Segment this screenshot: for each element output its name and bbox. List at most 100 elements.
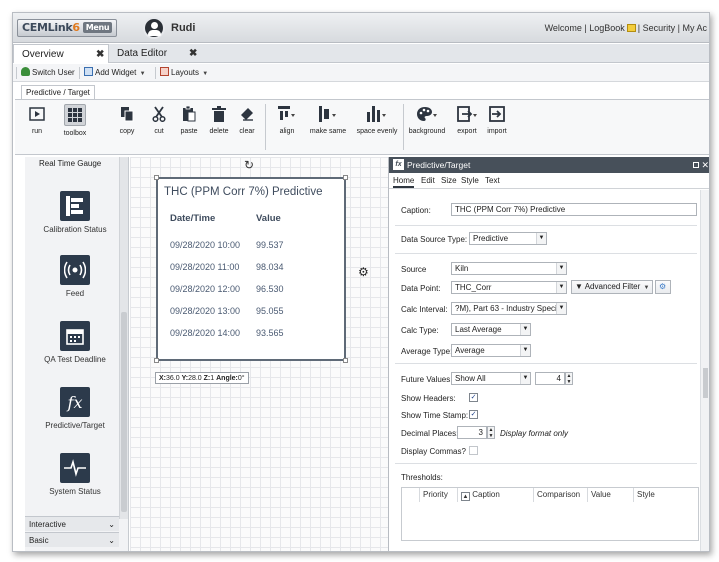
tab-overview[interactable]: Overview ✖: [13, 44, 109, 63]
category-basic[interactable]: Basic ⌄: [25, 532, 119, 547]
tab-style[interactable]: Style: [461, 176, 479, 185]
toolbar-separator: [155, 67, 156, 79]
source-label: Source: [401, 265, 427, 274]
tab-predictive-target[interactable]: Predictive / Target: [21, 85, 95, 99]
future-count-stepper[interactable]: ▲ ▼: [565, 372, 573, 385]
space-evenly-icon: [367, 104, 387, 124]
data-point-select[interactable]: THC_Corr ▼: [451, 281, 567, 294]
toolbox-item-system-status[interactable]: System Status: [35, 453, 115, 496]
tab-data-editor[interactable]: Data Editor ✖: [109, 44, 205, 63]
background-label: background: [408, 128, 446, 135]
cemlink-menu-button[interactable]: CEMLink6 Menu: [17, 19, 118, 37]
document-tabs: Overview ✖ Data Editor ✖: [13, 44, 709, 63]
close-icon[interactable]: ✕: [701, 157, 709, 173]
calibration-icon: [60, 191, 90, 221]
run-button[interactable]: run: [17, 104, 57, 135]
chevron-down-icon: ▼: [556, 303, 566, 314]
cell-date: 09/28/2020 13:00: [170, 306, 241, 316]
source-select[interactable]: Kiln ▼: [451, 262, 567, 275]
background-button[interactable]: background: [405, 104, 449, 135]
decimal-places-stepper[interactable]: ▲ ▼: [487, 426, 495, 439]
data-source-type-select[interactable]: Predictive ▼: [469, 232, 547, 245]
calc-type-select[interactable]: Last Average ▼: [451, 323, 531, 336]
predictive-widget[interactable]: THC (PPM Corr 7%) Predictive Date/Time V…: [154, 175, 348, 363]
clear-button[interactable]: clear: [227, 104, 267, 135]
add-widget-button[interactable]: Add Widget ▼: [84, 66, 146, 80]
tab-text[interactable]: Text: [485, 176, 500, 185]
future-values-label: Future Values:: [401, 375, 453, 384]
scrollbar-thumb[interactable]: [121, 312, 127, 512]
security-link[interactable]: | Security | My Ac: [638, 23, 707, 33]
delete-label: delete: [209, 128, 229, 135]
tab-data-editor-label: Data Editor: [117, 48, 168, 59]
column-header-value[interactable]: Value: [588, 488, 634, 502]
column-header-style[interactable]: Style: [634, 488, 698, 502]
tab-size[interactable]: Size: [441, 176, 457, 185]
toolbox-scrollbar[interactable]: [119, 157, 128, 519]
welcome-links[interactable]: Welcome | LogBook | Security | My Ac: [545, 23, 707, 33]
column-header-comparison[interactable]: Comparison: [534, 488, 588, 502]
future-count-input[interactable]: 4: [535, 372, 565, 385]
clear-label: clear: [239, 128, 255, 135]
cell-value: 99.537: [256, 240, 284, 250]
sort-up-icon[interactable]: ▲: [461, 492, 470, 501]
switch-user-button[interactable]: Switch User: [21, 66, 75, 80]
scrollbar-thumb[interactable]: [703, 368, 708, 398]
chevron-down-icon: ▼: [556, 282, 566, 293]
welcome-logbook-link[interactable]: Welcome | LogBook: [545, 23, 625, 33]
layouts-button[interactable]: Layouts ▼: [160, 66, 208, 80]
category-interactive[interactable]: Interactive ⌄: [25, 516, 119, 531]
user-avatar-icon[interactable]: [143, 17, 165, 39]
cut-label: cut: [154, 128, 164, 135]
angle-value: 0°: [237, 375, 245, 382]
make-same-button[interactable]: make same: [305, 104, 351, 135]
make-same-icon: [318, 104, 338, 124]
average-type-select[interactable]: Average ▼: [451, 344, 531, 357]
resize-handle[interactable]: [154, 358, 159, 363]
chevron-down-icon: ⌄: [108, 520, 115, 529]
future-values-select[interactable]: Show All ▼: [451, 372, 531, 385]
toolbox-item-calibration-status[interactable]: Calibration Status: [35, 191, 115, 234]
space-evenly-label: space evenly: [356, 128, 398, 135]
toolbox-item-qa-test-deadline[interactable]: QA Test Deadline: [35, 321, 115, 364]
toolbox-item-real-time-gauge[interactable]: Real Time Gauge: [39, 159, 101, 168]
gear-icon[interactable]: ⚙: [358, 265, 369, 279]
rotate-handle-icon[interactable]: ↻: [244, 158, 254, 172]
resize-handle[interactable]: [343, 175, 348, 180]
decimal-places-input[interactable]: 3: [457, 426, 487, 439]
tab-home[interactable]: Home: [393, 176, 415, 188]
resize-handle[interactable]: [154, 175, 159, 180]
import-button[interactable]: import: [477, 104, 517, 135]
category-label: Interactive: [29, 520, 66, 529]
calc-interval-select[interactable]: ?M), Part 63 - Industry Specific ▼: [451, 302, 567, 315]
logo-link: Link: [47, 21, 73, 34]
widget-toolbar: Switch User Add Widget ▼ Layouts ▼: [13, 64, 709, 82]
show-time-stamp-checkbox[interactable]: ✓: [469, 410, 478, 419]
tab-edit[interactable]: Edit: [421, 176, 435, 185]
show-headers-label: Show Headers:: [401, 394, 456, 403]
ribbon-toolbar: run toolbox copy cut paste delete clear: [15, 99, 709, 155]
display-commas-checkbox[interactable]: [469, 446, 478, 455]
maximize-icon[interactable]: [693, 162, 699, 168]
advanced-filter-button[interactable]: ▼ Advanced Filter ▼: [571, 280, 654, 294]
align-button[interactable]: align: [267, 104, 307, 135]
show-headers-checkbox[interactable]: ✓: [469, 393, 478, 402]
toolbox-item-feed[interactable]: Feed: [35, 255, 115, 298]
design-canvas[interactable]: ↻ THC (PPM Corr 7%) Predictive Date/Time…: [130, 157, 388, 551]
toolbox-label: toolbox: [63, 130, 87, 137]
close-icon[interactable]: ✖: [96, 45, 104, 64]
toolbox-button[interactable]: toolbox: [55, 104, 95, 137]
resize-handle[interactable]: [343, 358, 348, 363]
display-commas-label: Display Commas?: [401, 447, 466, 456]
selected-value: Show All: [455, 374, 486, 383]
caption-input[interactable]: THC (PPM Corr 7%) Predictive: [451, 203, 697, 216]
close-icon[interactable]: ✖: [189, 44, 197, 63]
column-header-caption[interactable]: ▲ Caption: [458, 488, 534, 502]
palette-icon: [417, 104, 437, 124]
caption-label: Caption:: [401, 206, 431, 215]
settings-button[interactable]: ⚙: [655, 280, 671, 294]
panel-scrollbar[interactable]: [700, 190, 709, 551]
toolbox-item-predictive-target[interactable]: fx Predictive/Target: [35, 387, 115, 430]
space-evenly-button[interactable]: space evenly: [351, 104, 403, 135]
column-header-priority[interactable]: Priority: [420, 488, 458, 502]
